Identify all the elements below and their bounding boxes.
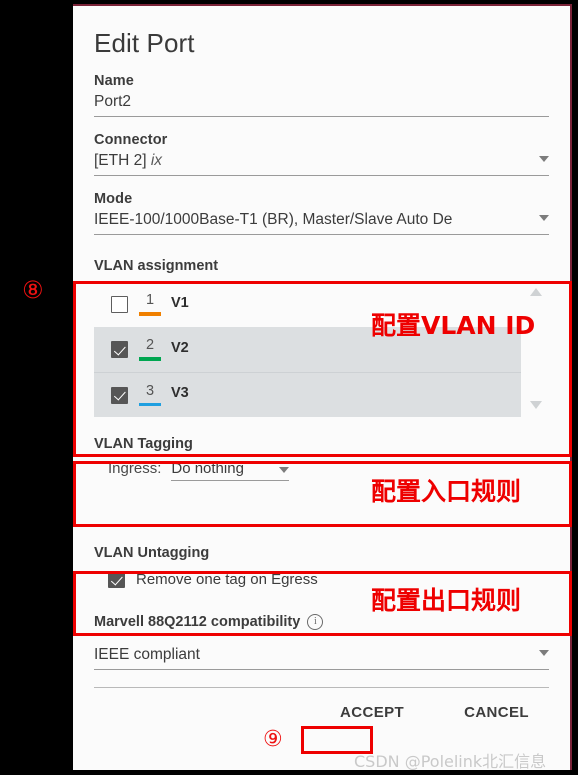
vlan-tagging-section: VLAN Tagging Ingress: Do nothing — [94, 436, 549, 481]
vlan-id: 1 — [145, 292, 155, 309]
vlan-list-scrollbar[interactable] — [523, 282, 549, 417]
vlan-assignment-label: VLAN assignment — [94, 258, 219, 274]
chevron-down-icon — [279, 467, 290, 473]
vlan-untagging-section: VLAN Untagging Remove one tag on Egress — [94, 545, 549, 588]
marvell-select[interactable]: IEEE compliant — [94, 646, 549, 670]
connector-value: [ETH 2] — [94, 152, 147, 169]
connector-suffix: ix — [150, 152, 163, 169]
name-label: Name — [94, 73, 134, 89]
vlan-color-bar — [139, 402, 161, 407]
cancel-button[interactable]: CANCEL — [460, 702, 533, 723]
chevron-down-icon — [539, 215, 549, 221]
vlan-checkbox[interactable] — [111, 386, 128, 404]
connector-label: Connector — [94, 132, 168, 148]
edit-port-dialog: Edit Port Name Port2 Connector [ETH 2] i… — [73, 4, 572, 770]
dialog-title: Edit Port — [94, 28, 195, 58]
vlan-name: V1 — [171, 294, 189, 311]
name-field-group: Name Port2 — [94, 73, 549, 117]
annotation-text-ingress-rule: 配置入口规则 — [371, 477, 522, 506]
annotation-text-egress-rule: 配置出口规则 — [371, 586, 522, 615]
connector-select[interactable]: [ETH 2] ix — [94, 152, 549, 176]
vlan-row[interactable]: 3 V3 — [94, 372, 521, 417]
connector-value-wrap: [ETH 2] ix — [94, 152, 162, 170]
mode-select[interactable]: IEEE-100/1000Base-T1 (BR), Master/Slave … — [94, 211, 549, 235]
vlan-checkbox[interactable] — [111, 341, 128, 358]
vlan-color-bar — [139, 357, 161, 361]
scroll-up-arrow-icon[interactable] — [530, 288, 542, 296]
chevron-down-icon — [539, 650, 549, 656]
ingress-select[interactable]: Do nothing — [171, 460, 290, 481]
vlan-tagging-label: VLAN Tagging — [94, 436, 193, 452]
marvell-value: IEEE compliant — [94, 646, 200, 663]
vlan-color-bar — [139, 312, 161, 316]
vlan-id-wrap: 1 — [139, 293, 161, 316]
scroll-down-arrow-icon[interactable] — [530, 401, 542, 409]
mode-field-group: Mode IEEE-100/1000Base-T1 (BR), Master/S… — [94, 191, 549, 235]
ingress-label: Ingress: — [108, 460, 162, 477]
annotation-text-vlan-id: 配置VLAN ID — [371, 311, 536, 340]
step-marker-8: ⑧ — [22, 276, 44, 304]
vlan-name: V3 — [171, 385, 189, 401]
accept-button[interactable]: ACCEPT — [336, 702, 408, 723]
ingress-value: Do nothing — [171, 460, 244, 477]
watermark: CSDN @Polelink北汇信息 — [354, 752, 547, 771]
vlan-id-wrap: 3 — [139, 382, 161, 407]
mode-value: IEEE-100/1000Base-T1 (BR), Master/Slave … — [94, 211, 453, 228]
chevron-down-icon — [539, 156, 549, 162]
marvell-label: Marvell 88Q2112 compatibility — [94, 614, 301, 630]
remove-one-tag-checkbox[interactable] — [108, 571, 125, 588]
vlan-name: V2 — [171, 339, 189, 356]
connector-field-group: Connector [ETH 2] ix — [94, 132, 549, 176]
vlan-id: 3 — [145, 382, 155, 399]
vlan-list: 1 V1 2 V2 3 V3 — [94, 282, 521, 417]
remove-one-tag-label: Remove one tag on Egress — [136, 571, 318, 588]
vlan-id: 2 — [145, 337, 155, 354]
marvell-compatibility-section: Marvell 88Q2112 compatibility i IEEE com… — [94, 614, 549, 670]
marvell-label-row: Marvell 88Q2112 compatibility i — [94, 614, 549, 630]
vlan-id-wrap: 2 — [139, 338, 161, 361]
mode-label: Mode — [94, 191, 133, 207]
dialog-footer: ACCEPT CANCEL — [94, 687, 549, 723]
name-input[interactable]: Port2 — [94, 93, 549, 117]
vlan-untagging-label: VLAN Untagging — [94, 545, 210, 561]
vlan-checkbox[interactable] — [111, 296, 128, 313]
step-marker-9: ⑨ — [263, 727, 283, 752]
info-icon[interactable]: i — [307, 614, 324, 630]
